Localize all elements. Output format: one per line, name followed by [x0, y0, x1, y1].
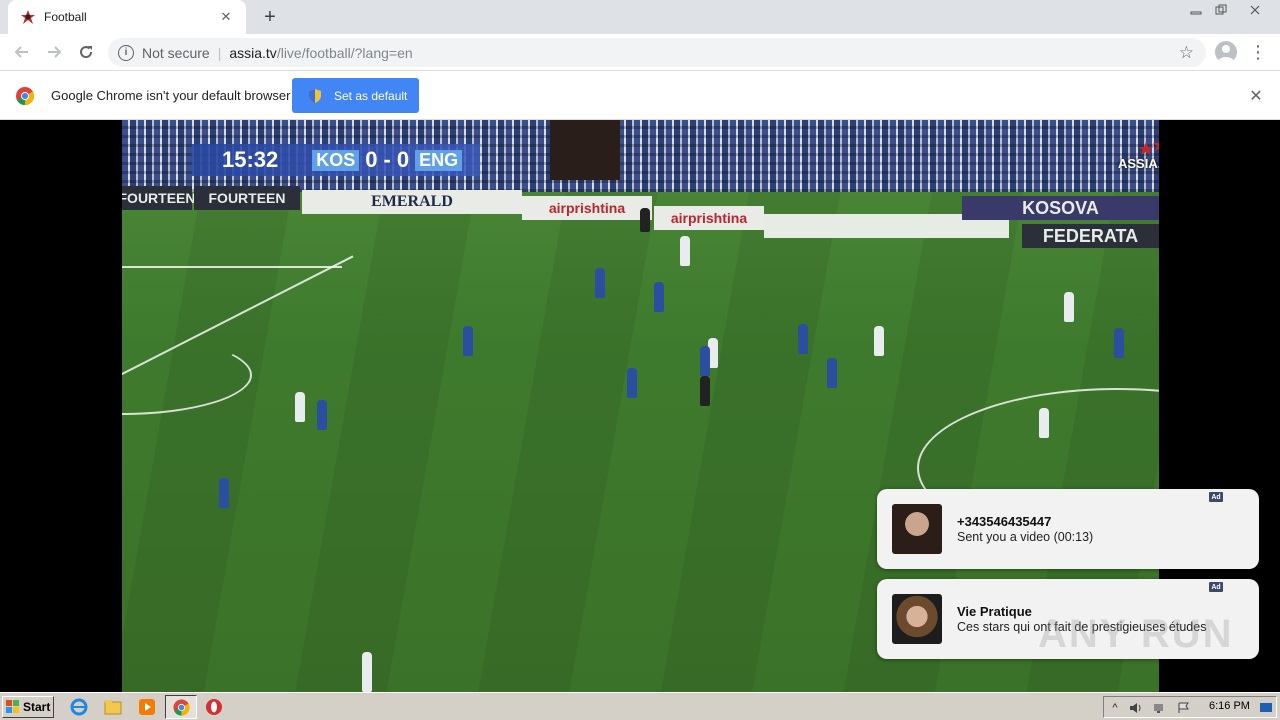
back-arrow-icon[interactable] [6, 36, 38, 68]
tab-close-icon[interactable]: ✕ [218, 9, 234, 25]
uac-shield-icon [309, 88, 321, 103]
system-clock[interactable]: 6:16 PM [1209, 700, 1250, 712]
ad-board: FOURTEEN [122, 186, 196, 210]
stadium-tunnel [550, 120, 620, 180]
ad-board: FOURTEEN [194, 186, 300, 210]
browser-toolbar: i Not secure | assia.tv/live/football/?l… [0, 34, 1280, 71]
player-white [680, 236, 690, 266]
anyrun-watermark: ANY RUN [1038, 612, 1234, 656]
infobar-close-icon[interactable]: ✕ [1247, 87, 1265, 105]
ad-badge: Ad [1209, 582, 1223, 592]
system-tray: ^ 6:16 PM [1103, 696, 1277, 718]
player-blue [627, 368, 637, 398]
file-explorer-icon[interactable] [103, 697, 123, 717]
player-white [1039, 408, 1049, 438]
ad-badge: Ad [1209, 492, 1223, 502]
assia-favicon-icon [20, 9, 36, 25]
new-tab-button[interactable]: + [258, 6, 282, 28]
ad-board: KOSOVA [962, 196, 1159, 220]
start-label: Start [23, 700, 51, 714]
pitch-arc [122, 335, 252, 415]
address-bar[interactable]: i Not secure | assia.tv/live/football/?l… [108, 38, 1206, 67]
match-scoreboard: 15:32 KOS 0 - 0 ENG [192, 144, 481, 176]
assia-tv-logo: ASSIA.TV [1116, 132, 1159, 180]
home-score: 0 [365, 147, 378, 172]
player-blue [654, 282, 664, 312]
player-blue [700, 346, 710, 376]
notification-title: Vie Pratique [957, 604, 1032, 619]
url-host: assia.tv [229, 44, 277, 61]
windows-flag-icon [6, 700, 19, 713]
opera-icon[interactable] [204, 697, 224, 717]
minimize-icon[interactable] [1183, 0, 1209, 20]
start-button[interactable]: Start [2, 696, 54, 718]
player-blue [219, 478, 229, 508]
windows-taskbar: Start ^ 6:16 PM [0, 692, 1280, 720]
volume-icon[interactable] [1128, 700, 1144, 716]
reload-icon[interactable] [70, 36, 102, 68]
channel-logo-text: ASSIA.TV [1118, 156, 1159, 171]
chrome-icon [173, 699, 190, 716]
infobar-message: Google Chrome isn't your default browser [51, 88, 291, 103]
notification-body: Sent you a video (00:13) [957, 530, 1094, 544]
restore-icon[interactable] [1208, 0, 1234, 20]
referee [700, 376, 710, 406]
player-blue [1114, 328, 1124, 358]
score-separator: - [383, 147, 391, 172]
internet-explorer-icon[interactable] [69, 697, 89, 717]
tab-title: Football [44, 10, 87, 24]
home-team: KOS [312, 149, 360, 171]
set-as-default-label: Set as default [334, 88, 408, 103]
player-white [295, 392, 305, 422]
video-letterbox-left [0, 120, 122, 692]
info-icon[interactable]: i [118, 44, 134, 61]
player-white [362, 652, 372, 692]
tab-strip: Football ✕ + [0, 0, 1280, 34]
tray-expand-icon[interactable]: ^ [1107, 700, 1123, 716]
ad-board: EMERALD [302, 190, 522, 214]
network-icon[interactable] [1152, 700, 1168, 716]
address-separator: | [217, 44, 222, 61]
referee [640, 208, 650, 232]
default-browser-infobar: Google Chrome isn't your default browser… [0, 71, 1280, 120]
window-close-icon[interactable] [1242, 0, 1268, 20]
notification-avatar [892, 504, 942, 554]
player-blue [463, 326, 473, 356]
player-blue [827, 358, 837, 388]
player-blue [595, 268, 605, 298]
ad-notification[interactable]: Ad +343546435447 Sent you a video (00:13… [877, 489, 1259, 569]
player-blue [798, 324, 808, 354]
profile-avatar-icon[interactable] [1215, 41, 1237, 63]
player-blue [317, 400, 327, 430]
show-desktop-icon[interactable] [1258, 700, 1274, 716]
match-clock: 15:32 [222, 147, 279, 172]
url-path: /live/football/?lang=en [276, 44, 413, 61]
notification-avatar [892, 594, 942, 644]
ad-board: airprishtina [654, 206, 764, 230]
chrome-menu-icon[interactable]: ⋮ [1249, 40, 1267, 64]
away-score: 0 [396, 147, 410, 172]
security-label: Not secure [142, 44, 210, 61]
notification-title: +343546435447 [957, 514, 1052, 529]
bookmark-star-icon[interactable]: ☆ [1179, 43, 1194, 63]
tab-football[interactable]: Football ✕ [8, 0, 246, 34]
ad-board: airprishtina [522, 196, 652, 220]
pitch-line [122, 266, 342, 268]
chrome-logo-icon [16, 87, 34, 105]
media-player-icon[interactable] [137, 697, 157, 717]
ad-board: FEDERATA [1022, 224, 1159, 248]
away-team: ENG [415, 149, 463, 171]
player-white [1064, 292, 1074, 322]
action-center-flag-icon[interactable] [1176, 700, 1192, 716]
chrome-taskbar-button[interactable] [165, 695, 197, 719]
player-white [874, 326, 884, 356]
forward-arrow-icon[interactable] [38, 36, 70, 68]
set-as-default-button[interactable]: Set as default [292, 78, 419, 113]
